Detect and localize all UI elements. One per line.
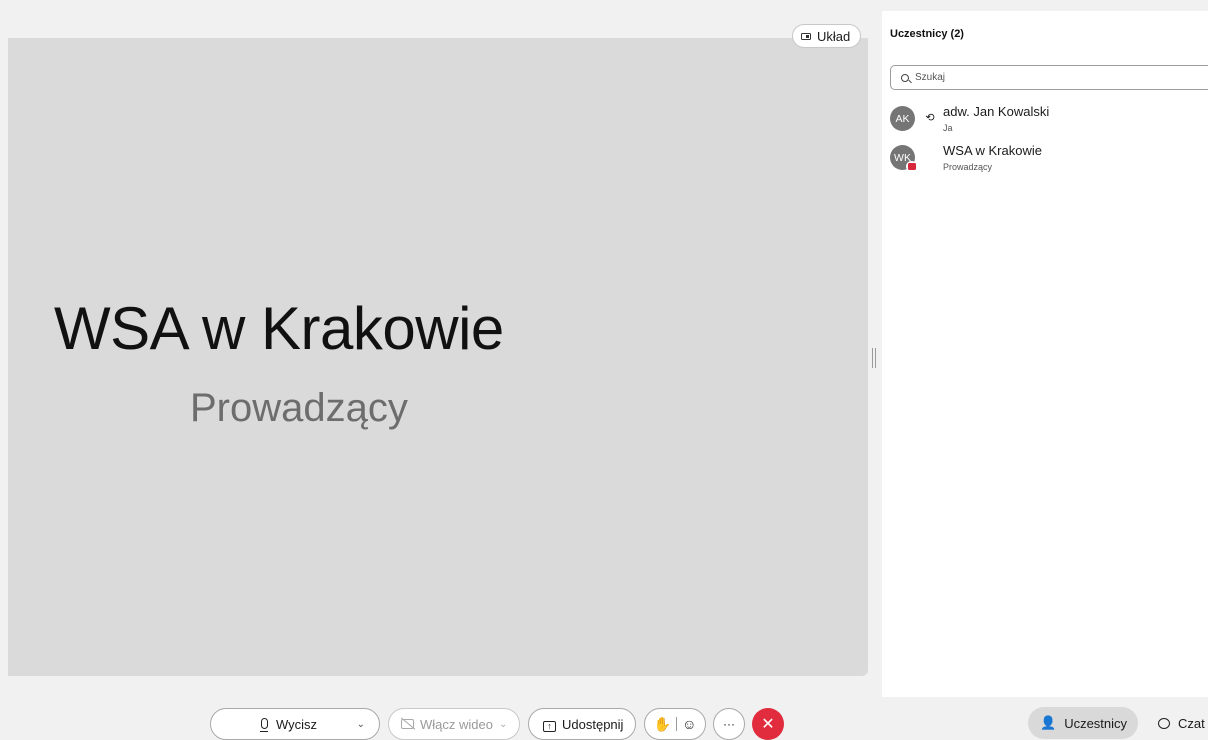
tab-participants-label: Uczestnicy: [1064, 715, 1128, 731]
speaker-role: Prowadzący: [190, 386, 408, 430]
participant-search[interactable]: [890, 65, 1208, 90]
mute-label: Wycisz: [276, 716, 318, 732]
speaker-name: WSA w Krakowie: [54, 295, 504, 362]
panel-title: Uczestnicy (2): [890, 28, 964, 40]
participants-icon: 👤: [1040, 715, 1057, 730]
active-speaker-tile: WSA w Krakowie Prowadzący: [8, 38, 868, 676]
mute-button[interactable]: Wycisz ⌄: [210, 708, 380, 740]
divider: [676, 717, 678, 731]
search-input[interactable]: [915, 72, 1195, 83]
participant-subtitle: Prowadzący: [943, 162, 993, 172]
chevron-down-icon[interactable]: ⌄: [499, 719, 507, 730]
chevron-down-icon[interactable]: ⌄: [357, 719, 365, 730]
more-icon: ···: [723, 717, 735, 731]
leave-call-button[interactable]: ✕: [752, 708, 784, 740]
avatar: AK: [890, 106, 915, 131]
avatar: WK: [890, 145, 917, 172]
participant-name: adw. Jan Kowalski: [943, 104, 1050, 119]
chat-icon: [1158, 717, 1170, 729]
raise-hand-icon[interactable]: ✋: [654, 717, 671, 731]
more-options-button[interactable]: ···: [713, 708, 745, 740]
participant-row[interactable]: WK WSA w Krakowie Prowadzący: [890, 142, 1208, 178]
tab-participants[interactable]: 👤 Uczestnicy: [1028, 707, 1138, 739]
share-button[interactable]: ↑ Udostępnij: [528, 708, 636, 740]
video-label: Włącz wideo: [420, 716, 493, 732]
audio-connecting-icon: ⟲: [925, 112, 935, 124]
layout-icon: [801, 32, 811, 40]
close-icon: ✕: [761, 716, 775, 733]
layout-button-label: Układ: [817, 28, 851, 44]
share-label: Udostępnij: [562, 716, 624, 732]
avatar-initials: AK: [895, 112, 910, 125]
video-off-badge-icon: [906, 161, 917, 172]
layout-button[interactable]: Układ: [792, 24, 862, 48]
start-video-button[interactable]: Włącz wideo ⌄: [388, 708, 520, 740]
tab-chat[interactable]: Czat: [1158, 707, 1205, 739]
search-icon: [901, 73, 909, 82]
participant-row[interactable]: AK ⟲ adw. Jan Kowalski Ja: [890, 103, 1208, 139]
participant-name: WSA w Krakowie: [943, 143, 1042, 158]
video-off-icon: [401, 717, 414, 732]
participants-panel: Uczestnicy (2) AK ⟲ adw. Jan Kowalski Ja…: [882, 11, 1208, 697]
panel-resize-handle[interactable]: [872, 348, 876, 368]
reactions-group: ✋ ☺: [644, 708, 706, 740]
participant-subtitle: Ja: [943, 123, 953, 133]
share-icon: ↑: [543, 717, 556, 732]
reactions-icon[interactable]: ☺: [682, 717, 696, 731]
tab-chat-label: Czat: [1178, 715, 1205, 731]
microphone-icon: [260, 717, 268, 732]
